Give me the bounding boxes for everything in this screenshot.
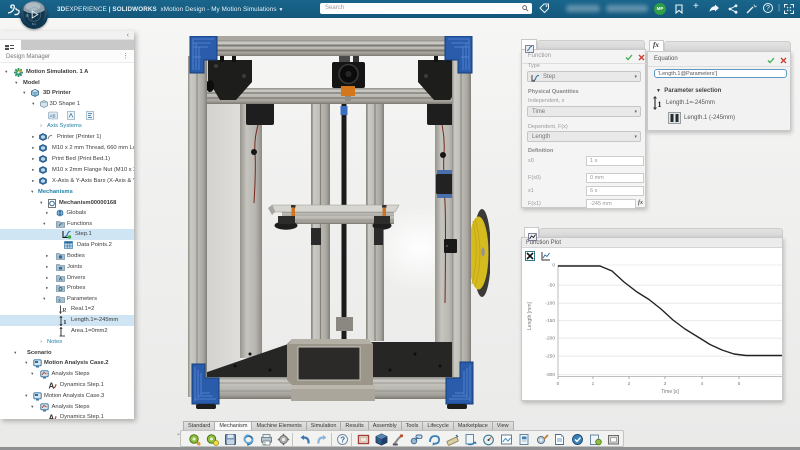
svg-text:-150: -150 bbox=[545, 318, 555, 324]
svg-text:0: 0 bbox=[552, 263, 555, 269]
svg-text:-300: -300 bbox=[545, 372, 555, 378]
svg-text:-250: -250 bbox=[545, 354, 555, 360]
svg-text:-50: -50 bbox=[548, 283, 555, 289]
svg-text:-200: -200 bbox=[545, 336, 555, 342]
svg-text:?: ? bbox=[340, 435, 345, 444]
svg-text:1: 1 bbox=[658, 100, 662, 109]
svg-text:5: 5 bbox=[738, 381, 741, 387]
svg-text:6.x: 6.x bbox=[32, 22, 37, 26]
svg-text:AB: AB bbox=[50, 114, 56, 119]
svg-text:Time [s]: Time [s] bbox=[661, 389, 679, 395]
svg-text:4: 4 bbox=[701, 381, 704, 387]
svg-text:3: 3 bbox=[664, 381, 667, 387]
svg-text:A: A bbox=[49, 414, 55, 420]
svg-text:R: R bbox=[61, 307, 66, 314]
svg-text:0: 0 bbox=[557, 381, 560, 387]
svg-text:-100: -100 bbox=[545, 301, 555, 307]
svg-text:2: 2 bbox=[628, 381, 631, 387]
svg-text:1: 1 bbox=[592, 381, 595, 387]
